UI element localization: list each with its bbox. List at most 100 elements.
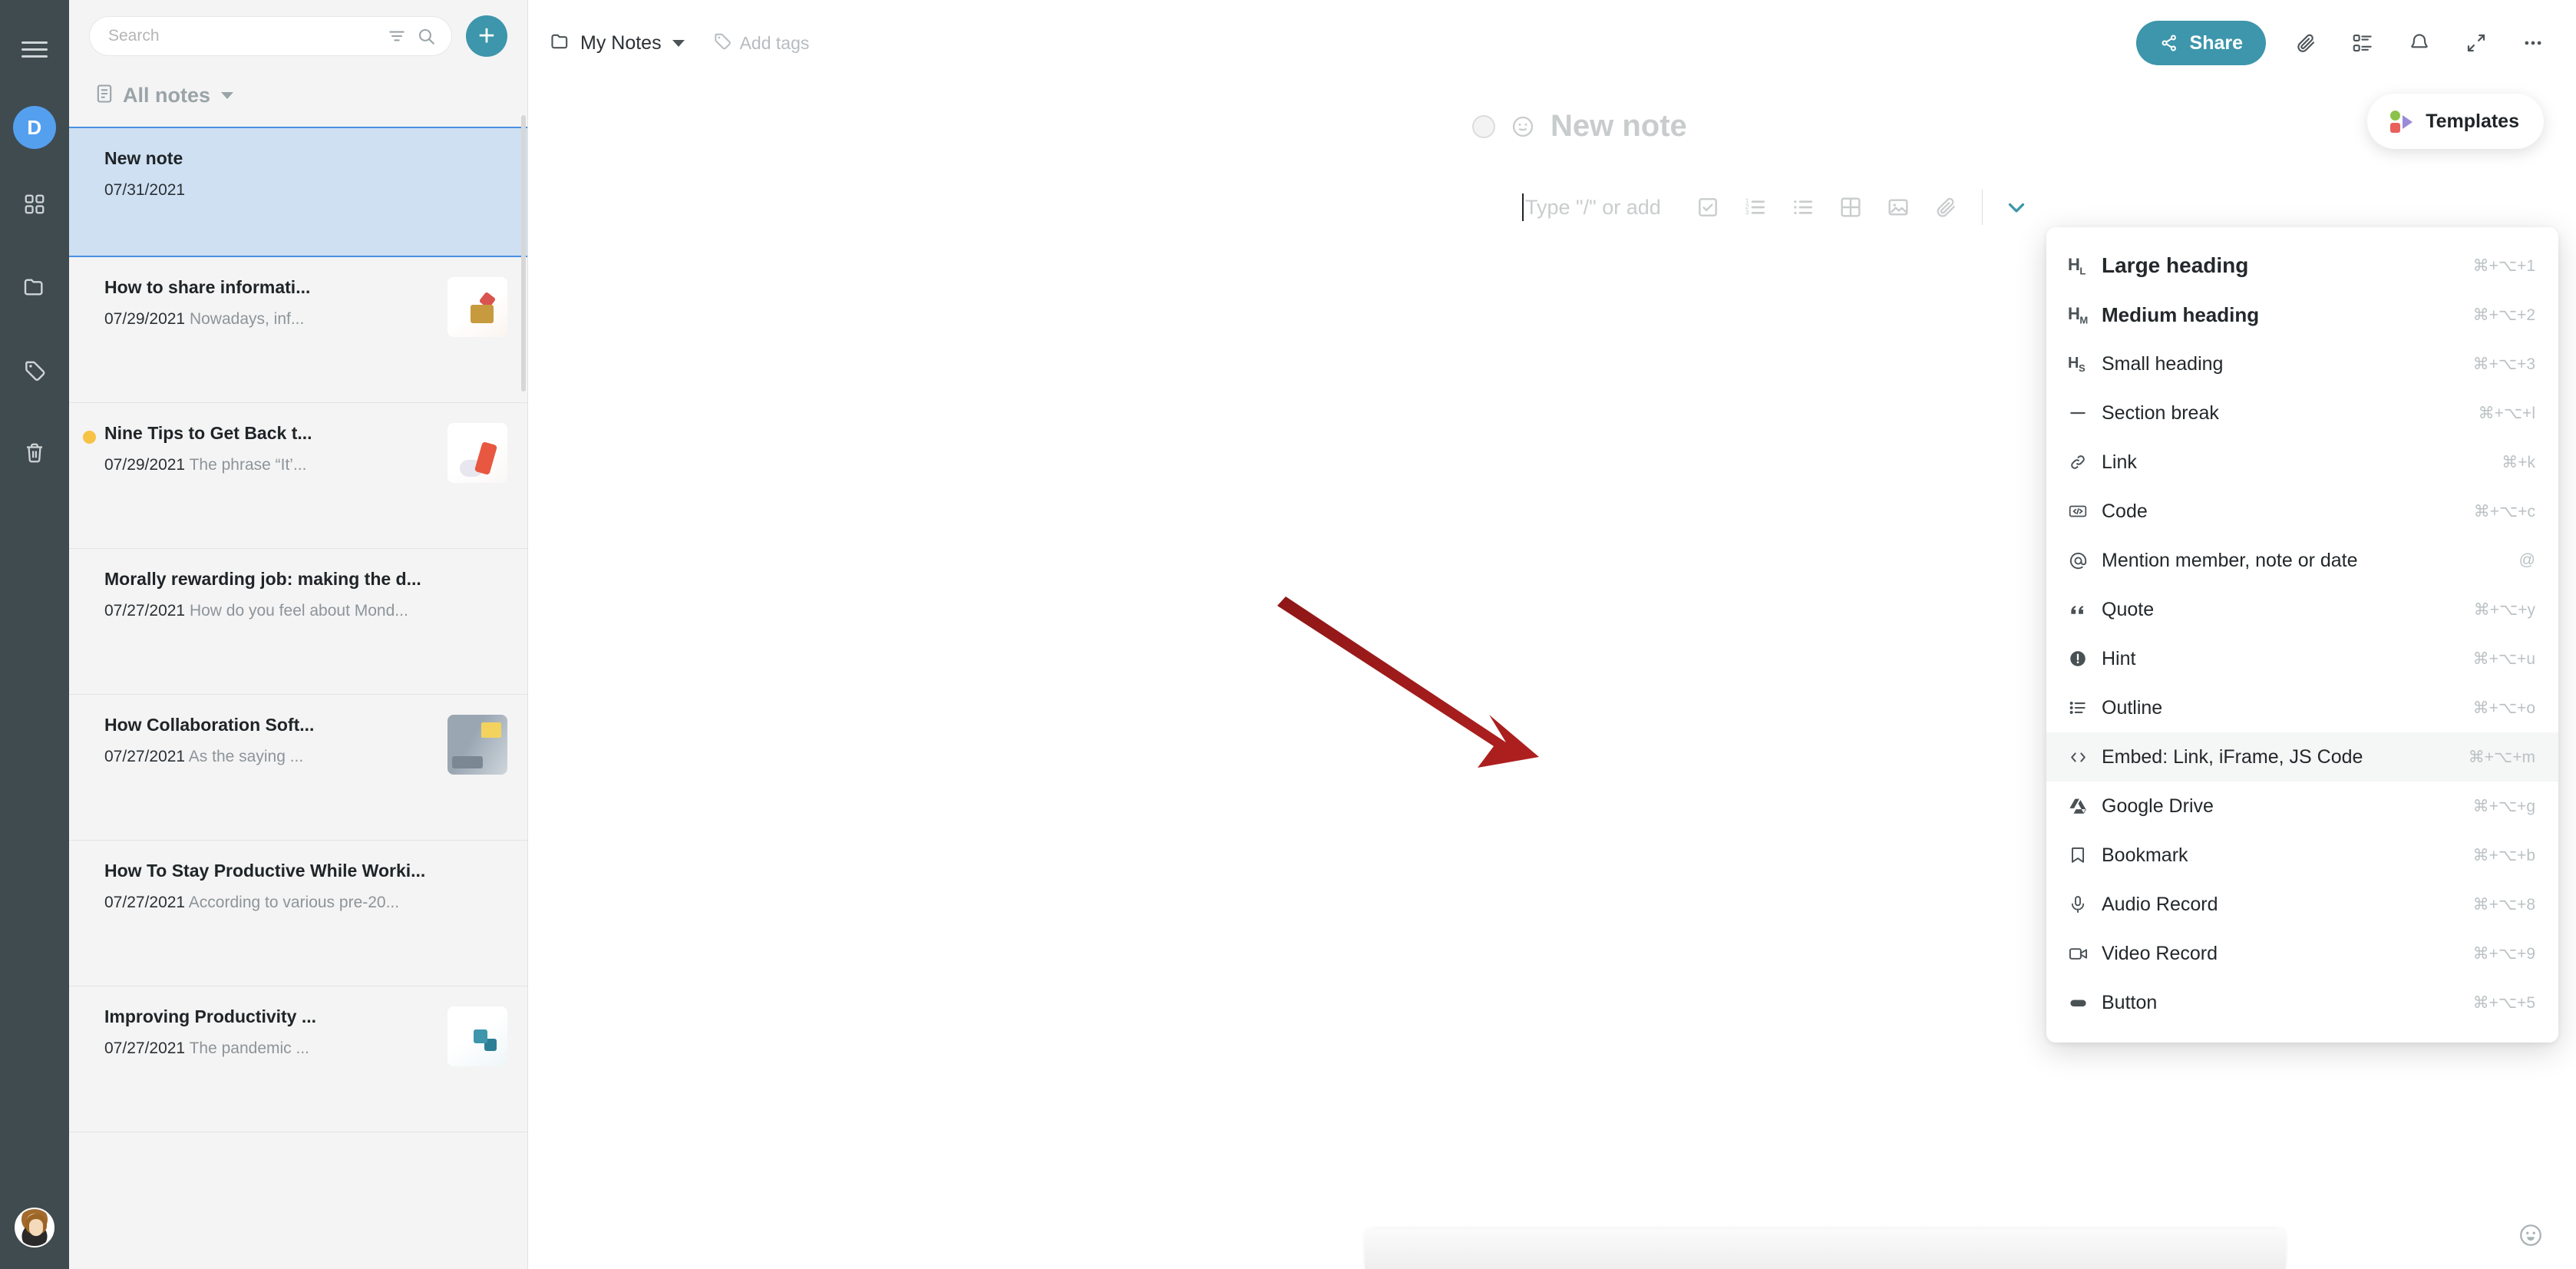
menu-item-heading-large[interactable]: HL Large heading ⌘+⌥+1 — [2046, 241, 2558, 290]
editor-placeholder[interactable]: Type "/" or add — [1525, 196, 1661, 220]
menu-item-at-mention[interactable]: Mention member, note or date @ — [2046, 536, 2558, 585]
bell-icon[interactable] — [2403, 26, 2436, 60]
search-row — [89, 15, 507, 57]
paperclip-icon[interactable] — [1922, 187, 1970, 228]
menu-item-shortcut: ⌘+⌥+l — [2478, 404, 2535, 422]
add-note-button[interactable] — [466, 15, 507, 57]
note-list[interactable]: New note 07/31/2021 How to share informat… — [69, 127, 527, 1269]
menu-item-section-break[interactable]: Section break ⌘+⌥+l — [2046, 388, 2558, 438]
heading-large-icon: HL — [2068, 254, 2086, 277]
menu-item-heading-medium[interactable]: HM Medium heading ⌘+⌥+2 — [2046, 290, 2558, 339]
image-icon[interactable] — [1874, 187, 1922, 228]
ordered-list-icon[interactable]: 1 2 3 — [1732, 187, 1779, 228]
page-title[interactable]: New note — [1551, 109, 1687, 144]
task-list-icon[interactable] — [2346, 26, 2379, 60]
note-item-subtitle: 07/27/2021 The pandemic ... — [104, 1039, 437, 1058]
menu-item-label: Bookmark — [2102, 844, 2188, 866]
note-item-excerpt: Nowadays, inf... — [189, 310, 305, 328]
topbar-right-group: Share — [2135, 21, 2550, 65]
share-button[interactable]: Share — [2135, 21, 2266, 65]
unread-dot — [83, 431, 96, 444]
menu-item-quote[interactable]: Quote ⌘+⌥+y — [2046, 585, 2558, 634]
menu-item-outline[interactable]: Outline ⌘+⌥+o — [2046, 683, 2558, 732]
note-list-item[interactable]: How Collaboration Soft... 07/27/2021 As t… — [69, 695, 527, 841]
button-icon — [2068, 993, 2102, 1013]
svg-text:3: 3 — [1745, 209, 1749, 216]
menu-item-label: Medium heading — [2102, 302, 2260, 326]
chevron-down-icon[interactable] — [1995, 187, 2038, 228]
left-rail: D — [0, 0, 69, 1269]
note-list-item[interactable]: Improving Productivity ... 07/27/2021 The… — [69, 986, 527, 1132]
menu-item-code[interactable]: Code ⌘+⌥+c — [2046, 487, 2558, 536]
note-item-excerpt: How do you feel about Mond... — [189, 602, 408, 620]
menu-item-embed-code[interactable]: Embed: Link, iFrame, JS Code ⌘+⌥+m — [2046, 732, 2558, 782]
insert-block-menu[interactable]: HL Large heading ⌘+⌥+1 HM Medium heading ⌘+⌥+… — [2046, 227, 2558, 1043]
menu-item-link[interactable]: Link ⌘+k — [2046, 438, 2558, 487]
menu-item-video-camera[interactable]: Video Record ⌘+⌥+9 — [2046, 929, 2558, 978]
checklist-icon[interactable] — [1684, 187, 1732, 228]
menu-item-shortcut: ⌘+k — [2502, 453, 2535, 471]
note-list-item[interactable]: Nine Tips to Get Back t... 07/29/2021 The… — [69, 403, 527, 549]
note-list-scrollbar[interactable] — [521, 115, 526, 392]
video-camera-icon — [2068, 943, 2102, 964]
menu-item-shortcut: ⌘+⌥+9 — [2472, 944, 2535, 963]
breadcrumb-label: My Notes — [580, 31, 662, 54]
templates-label: Templates — [2426, 110, 2519, 132]
search-input[interactable] — [108, 27, 378, 45]
bullet-list-icon[interactable] — [1779, 187, 1827, 228]
paperclip-icon[interactable] — [2289, 26, 2323, 60]
note-list-item[interactable]: How To Stay Productive While Worki... 07/… — [69, 841, 527, 986]
tag-icon[interactable] — [13, 349, 56, 392]
toolbar-divider — [1981, 190, 1983, 225]
all-notes-selector[interactable]: All notes — [89, 57, 507, 127]
note-item-subtitle: 07/31/2021 — [104, 181, 507, 200]
folder-icon — [550, 31, 571, 56]
note-item-text: New note 07/31/2021 — [104, 148, 507, 200]
menu-item-google-drive[interactable]: Google Drive ⌘+⌥+g — [2046, 782, 2558, 831]
search-input-wrap[interactable] — [89, 16, 452, 56]
menu-item-microphone[interactable]: Audio Record ⌘+⌥+8 — [2046, 880, 2558, 929]
filter-icon[interactable] — [387, 26, 407, 46]
workspace-avatar[interactable]: D — [13, 106, 56, 149]
templates-icon — [2389, 109, 2413, 134]
menu-item-label: Small heading — [2102, 352, 2224, 375]
trash-icon[interactable] — [13, 431, 56, 474]
note-item-text: How to share informati... 07/29/2021 Nowa… — [104, 277, 437, 329]
search-icon[interactable] — [416, 26, 436, 46]
menu-item-shortcut: ⌘+⌥+8 — [2472, 895, 2535, 914]
menu-item-heading-small[interactable]: HS Small heading ⌘+⌥+3 — [2046, 339, 2558, 388]
smiley-icon[interactable] — [2518, 1222, 2544, 1252]
code-icon — [2068, 501, 2102, 521]
status-circle-icon[interactable] — [1472, 114, 1495, 138]
note-list-item[interactable]: How to share informati... 07/29/2021 Nowa… — [69, 257, 527, 403]
bookmark-icon — [2068, 845, 2102, 865]
app-root: D Search + All notes New note 07/31/2021… — [0, 0, 2576, 1269]
breadcrumb[interactable]: My Notes — [550, 31, 685, 56]
more-horizontal-icon[interactable] — [2516, 26, 2550, 60]
table-icon[interactable] — [1827, 187, 1874, 228]
menu-item-bookmark[interactable]: Bookmark ⌘+⌥+b — [2046, 831, 2558, 880]
folder-icon[interactable] — [13, 266, 56, 309]
editor-topbar: My Notes Add tags Share — [528, 0, 2576, 86]
note-item-text: How Collaboration Soft... 07/27/2021 As t… — [104, 715, 437, 766]
menu-item-button[interactable]: Button ⌘+⌥+5 — [2046, 978, 2558, 1027]
menu-item-shortcut: ⌘+⌥+u — [2472, 649, 2535, 668]
note-item-title: Nine Tips to Get Back t... — [104, 423, 312, 443]
add-tags-label: Add tags — [739, 32, 810, 53]
embed-code-icon — [2068, 747, 2102, 768]
emoji-icon[interactable] — [1511, 114, 1535, 139]
menu-item-hint[interactable]: Hint ⌘+⌥+u — [2046, 634, 2558, 683]
menu-item-shortcut: ⌘+⌥+m — [2468, 748, 2535, 766]
note-list-item[interactable]: New note 07/31/2021 — [69, 127, 527, 257]
hamburger-icon[interactable] — [13, 28, 56, 71]
add-tags-button[interactable]: Add tags — [712, 31, 810, 55]
expand-icon[interactable] — [2459, 26, 2493, 60]
all-notes-label: All notes — [123, 84, 211, 107]
menu-item-label: Video Record — [2102, 942, 2218, 964]
section-break-icon — [2068, 403, 2102, 423]
editor-toolbar-row: Type "/" or add 1 2 3 — [528, 187, 2576, 228]
templates-button[interactable]: Templates — [2367, 94, 2544, 149]
user-avatar[interactable] — [15, 1208, 54, 1248]
note-list-item[interactable]: Morally rewarding job: making the d... 07… — [69, 549, 527, 695]
apps-grid-icon[interactable] — [13, 183, 56, 226]
